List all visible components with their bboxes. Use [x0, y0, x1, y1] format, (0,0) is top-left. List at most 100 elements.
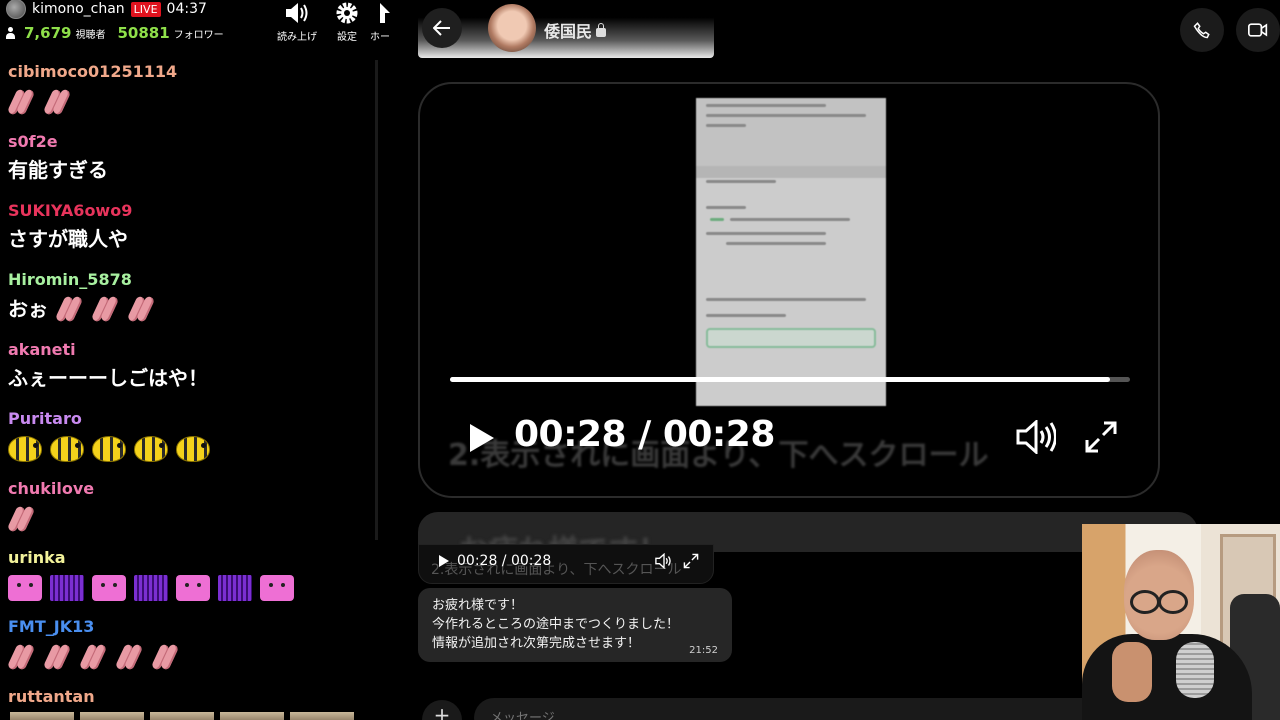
clap-emote-icon	[6, 642, 36, 672]
clap-emote-icon	[42, 87, 72, 117]
video-call-button[interactable]	[1236, 8, 1280, 52]
video-frame-screenshot	[696, 98, 886, 406]
clap-emote-icon	[78, 642, 108, 672]
bee-emote-icon	[176, 436, 210, 462]
chat-username[interactable]: SUKIYA6owo9	[8, 201, 378, 221]
chat-message: Hiromin_5878 おぉ	[8, 270, 378, 324]
chat-message: SUKIYA6owo9 さすが職人や	[8, 201, 378, 253]
chat-scrollbar[interactable]	[375, 60, 378, 540]
clap-emote-icon	[150, 642, 180, 672]
chat-username[interactable]: Puritaro	[8, 409, 378, 429]
play-icon[interactable]	[470, 424, 494, 452]
read-aloud-label: 読み上げ	[277, 32, 317, 43]
video-time-display: 00:28 / 00:28	[514, 414, 775, 455]
chat-body	[8, 572, 378, 604]
voice-call-button[interactable]	[1180, 8, 1224, 52]
followers-count: 50881	[117, 24, 170, 42]
pink-face-emote-icon	[8, 575, 42, 601]
clap-emote-icon	[126, 294, 156, 324]
clap-emote-icon	[90, 294, 120, 324]
contact-avatar[interactable]	[488, 4, 536, 52]
chat-username[interactable]: cibimoco01251114	[8, 62, 378, 82]
microphone	[1176, 642, 1214, 698]
pink-face-emote-icon	[92, 575, 126, 601]
chat-text: おぉ	[8, 297, 48, 321]
video-controls: 00:28 / 00:28	[460, 414, 1140, 464]
chat-message: akaneti ふぇーーーしごはや！	[8, 340, 378, 392]
viewers-icon	[6, 27, 20, 39]
chat-message: chukilove	[6, 479, 378, 535]
chat-username[interactable]: ruttantan	[8, 687, 378, 707]
video-progress-fill	[450, 377, 1110, 382]
stream-stats-row: 7,679 視聴者 50881 フォロワー	[6, 24, 232, 42]
channel-name: kimono_chan	[32, 1, 125, 17]
stream-header: kimono_chan LIVE 04:37 7,679 視聴者 50881 フ…	[0, 0, 400, 48]
fullscreen-icon-small[interactable]	[683, 553, 699, 569]
chat-username[interactable]: Hiromin_5878	[8, 270, 378, 290]
stream-title-row: kimono_chan LIVE 04:37	[6, 0, 207, 19]
message-bubble[interactable]: お疲れ様です！ 今作れるところの途中までつくりました！ 情報が追加され次第完成さ…	[418, 588, 732, 662]
volume-icon-small[interactable]	[655, 553, 673, 569]
contact-header-area: 倭国民	[418, 0, 714, 58]
plus-icon: +	[433, 703, 451, 720]
add-attachment-button[interactable]: +	[422, 700, 462, 720]
chat-username[interactable]: akaneti	[8, 340, 378, 360]
message-timestamp: 21:52	[689, 645, 718, 656]
clap-emote-icon	[6, 504, 36, 534]
chat-body: ふぇーーーしごはや！	[8, 364, 378, 392]
video-time-small: 00:28 / 00:28	[457, 553, 552, 569]
equalizer-emote-icon	[218, 575, 252, 601]
chat-body	[6, 86, 378, 118]
home-icon	[367, 0, 393, 26]
speaker-icon	[284, 0, 310, 26]
settings-label: 設定	[337, 32, 357, 43]
chat-body: おぉ	[8, 294, 378, 324]
message-input[interactable]	[474, 698, 1174, 720]
chat-body: 有能すぎる	[8, 156, 378, 184]
viewer-thumbnails	[10, 712, 354, 720]
fullscreen-icon[interactable]	[1084, 420, 1118, 454]
play-icon-small[interactable]	[439, 555, 449, 567]
equalizer-emote-icon	[134, 575, 168, 601]
message-line-2: 今作れるところの途中までつくりました！	[432, 617, 680, 632]
phone-icon	[1193, 22, 1210, 39]
chat-username[interactable]: FMT_JK13	[8, 617, 378, 637]
gear-icon	[334, 0, 360, 26]
chat-username[interactable]: urinka	[8, 548, 378, 568]
streamer-webcam	[1082, 524, 1280, 720]
message-line-1: お疲れ様です！	[432, 598, 524, 613]
video-player[interactable]: 2.表示されに画面より、下へスクロール 00:28 / 00:28	[418, 544, 714, 584]
video-camera-icon	[1248, 23, 1268, 37]
bee-emote-icon	[134, 436, 168, 462]
read-aloud-button[interactable]: 読み上げ	[272, 0, 322, 43]
volume-icon[interactable]	[1016, 420, 1056, 454]
live-badge: LIVE	[130, 1, 161, 17]
chat-text: ふぇーーーしごはや！	[8, 366, 208, 390]
contact-name[interactable]: 倭国民	[544, 18, 607, 42]
chat-text: さすが職人や	[8, 227, 128, 251]
chat-body	[8, 433, 378, 465]
message-line-3: 情報が追加され次第完成させます！	[432, 636, 641, 651]
bee-emote-icon	[50, 436, 84, 462]
chat-message: ruttantan	[8, 687, 378, 707]
chat-message: urinka	[8, 548, 378, 604]
viewers-count: 7,679	[24, 24, 72, 42]
chat-message: Puritaro	[8, 409, 378, 465]
elapsed-time: 04:37	[166, 1, 207, 17]
video-progress-bar[interactable]	[450, 377, 1130, 382]
video-player-zoomed[interactable]: 2.表示されに画面より、下へスクロール 00:28 / 00:28	[418, 82, 1160, 498]
chat-username[interactable]: s0f2e	[8, 132, 378, 152]
conversation-header: 倭国民	[402, 0, 1280, 58]
lock-icon	[596, 23, 607, 37]
clap-emote-icon	[42, 642, 72, 672]
clap-emote-icon	[54, 294, 84, 324]
stream-chat-panel: kimono_chan LIVE 04:37 7,679 視聴者 50881 フ…	[0, 0, 400, 720]
chat-message: s0f2e 有能すぎる	[8, 132, 378, 184]
back-button[interactable]	[422, 8, 462, 48]
chat-body	[6, 503, 378, 535]
arrow-left-icon	[433, 20, 450, 36]
chat-username[interactable]: chukilove	[8, 479, 378, 499]
home-button[interactable]: ホー	[360, 0, 400, 43]
bee-emote-icon	[92, 436, 126, 462]
chat-message: cibimoco01251114	[6, 62, 378, 118]
